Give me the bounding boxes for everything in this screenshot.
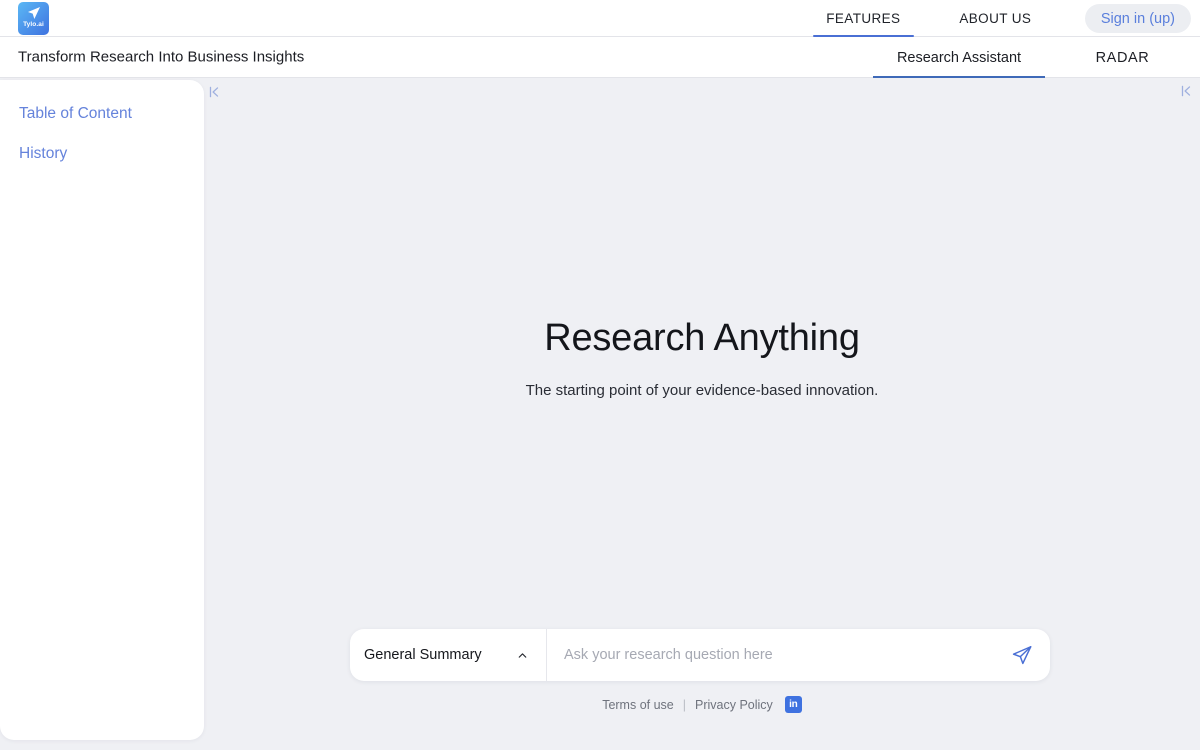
page-title: Transform Research Into Business Insight… (18, 48, 305, 66)
brand-logo[interactable]: Tylo.ai (18, 1, 49, 35)
chevron-up-icon (518, 652, 527, 658)
sidebar-item-label: Table of Content (19, 105, 132, 122)
sidebar-panel: Table of Content History (0, 80, 204, 740)
nav-features-label: FEATURES (826, 11, 901, 26)
hero-block: Research Anything The starting point of … (204, 317, 1200, 399)
summary-mode-value: General Summary (364, 647, 482, 663)
linkedin-icon[interactable]: in (784, 696, 802, 713)
tab-research-assistant[interactable]: Research Assistant (873, 37, 1045, 78)
summary-mode-dropdown[interactable]: General Summary (350, 629, 547, 681)
send-paper-plane-icon (1012, 646, 1032, 665)
hero-title: Research Anything (544, 317, 860, 359)
sidebar-item-table-of-content[interactable]: Table of Content (0, 98, 204, 130)
top-navigation: FEATURES ABOUT US Sign in (up) (811, 0, 1200, 37)
privacy-policy-link[interactable]: Privacy Policy (695, 698, 773, 712)
terms-of-use-link[interactable]: Terms of use (602, 698, 674, 712)
nav-about-us[interactable]: ABOUT US (928, 0, 1063, 37)
brand-logo-wordmark: Tylo.ai (23, 20, 44, 28)
paper-plane-icon (27, 6, 40, 19)
tab-radar[interactable]: RADAR (1045, 37, 1200, 78)
tab-radar-label: RADAR (1095, 49, 1150, 66)
sidebar-item-history[interactable]: History (0, 138, 204, 170)
nav-about-us-label: ABOUT US (959, 11, 1032, 26)
tab-research-assistant-label: Research Assistant (896, 49, 1022, 66)
hero-subtitle: The starting point of your evidence-base… (525, 381, 879, 399)
send-question-button[interactable] (994, 629, 1050, 681)
sub-navigation: Research Assistant RADAR (873, 37, 1200, 78)
footer-separator: | (682, 697, 686, 712)
sidebar-item-label: History (19, 145, 68, 163)
top-header-bar: Tylo.ai FEATURES ABOUT US Sign in (up) (0, 0, 1200, 37)
sign-in-button[interactable]: Sign in (up) (1084, 4, 1191, 33)
nav-features[interactable]: FEATURES (811, 0, 916, 37)
sub-header-bar: Transform Research Into Business Insight… (0, 37, 1200, 78)
research-question-input[interactable] (547, 629, 994, 681)
main-content-area: Research Anything The starting point of … (204, 78, 1200, 750)
footer: Terms of use | Privacy Policy in (204, 696, 1200, 713)
query-bar: General Summary (350, 629, 1050, 681)
